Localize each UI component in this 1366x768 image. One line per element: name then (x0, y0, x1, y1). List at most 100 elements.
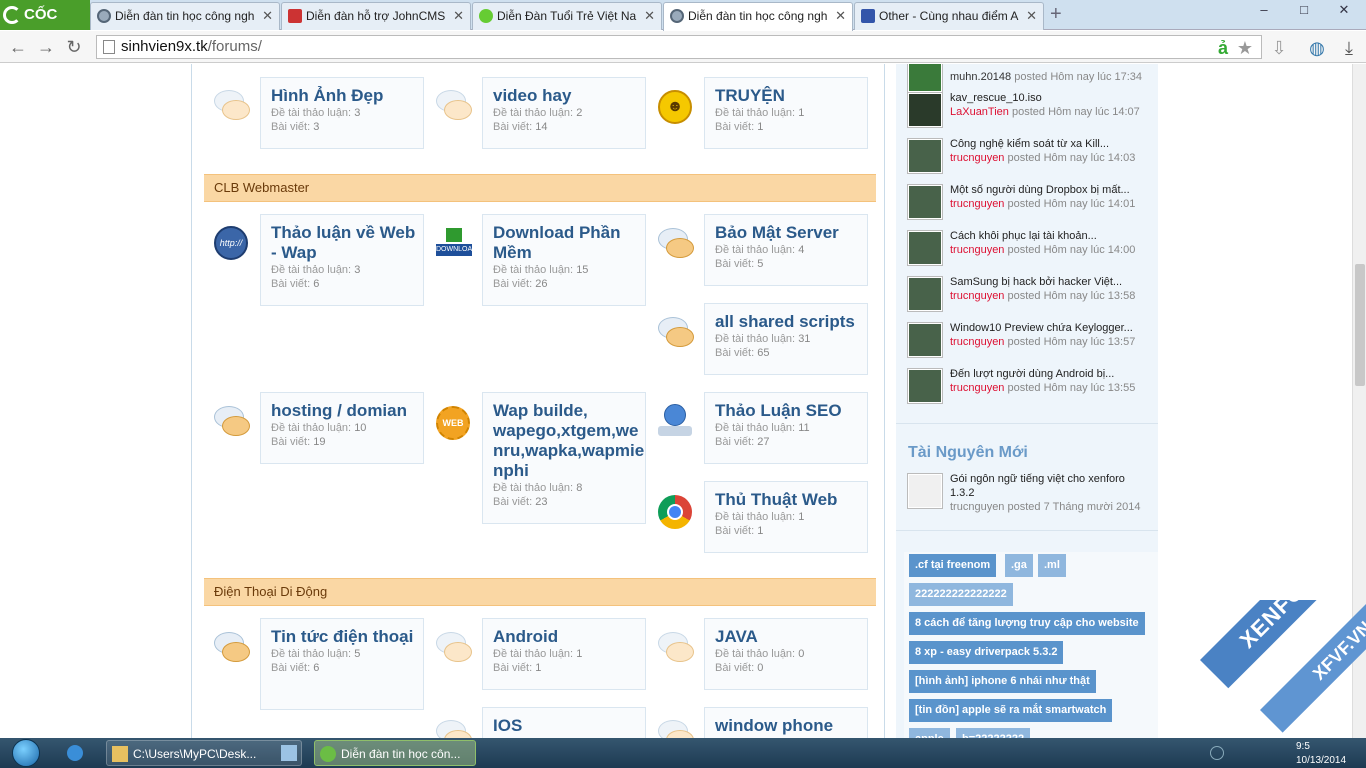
post-title-link[interactable]: Cách khôi phục lại tài khoản... (950, 229, 1097, 243)
post-title-link[interactable]: Công nghệ kiểm soát từ xa Kill... (950, 137, 1109, 151)
post-title-link[interactable]: kav_rescue_10.iso (950, 91, 1042, 105)
recent-post-item[interactable]: SamSung bị hack bởi hacker Việt... trucn… (908, 275, 1153, 321)
forum-title-link[interactable]: TRUYỆN (715, 86, 867, 106)
browser-tab[interactable]: Diễn đàn tin học công ngh ✕ (90, 2, 280, 30)
forum-node[interactable]: Tin tức điện thoại Đề tài thảo luận: 5 B… (260, 618, 424, 710)
forum-title-link[interactable]: hosting / domian (271, 401, 423, 421)
forum-title-link[interactable]: Download Phần Mềm (493, 223, 645, 263)
forum-node[interactable]: video hay Đề tài thảo luận: 2 Bài viết: … (482, 77, 646, 149)
minimize-button[interactable]: – (1244, 0, 1284, 22)
forum-title-link[interactable]: Thủ Thuật Web (715, 490, 867, 510)
taskbar-explorer-window[interactable]: C:\Users\MyPC\Desk... (106, 740, 302, 766)
taskbar-ie[interactable] (62, 740, 98, 766)
forum-node[interactable]: TRUYỆN Đề tài thảo luận: 1 Bài viết: 1 (704, 77, 868, 149)
forum-node[interactable]: all shared scripts Đề tài thảo luận: 31 … (704, 303, 868, 375)
tag-link[interactable]: [hình ảnh] iphone 6 nhái như thật (909, 670, 1096, 693)
download-arrow-icon[interactable]: ⤓ (1338, 37, 1360, 59)
avatar[interactable] (908, 64, 942, 92)
maximize-button[interactable]: □ (1284, 0, 1324, 22)
avatar[interactable] (908, 231, 942, 265)
category-header-link[interactable]: Điện Thoại Di Động (204, 578, 876, 606)
forum-node[interactable]: Hình Ảnh Đẹp Đề tài thảo luận: 3 Bài viế… (260, 77, 424, 149)
globe-icon[interactable]: ◍ (1306, 37, 1328, 59)
tag-link[interactable]: apple (909, 728, 950, 738)
bookmark-star-icon[interactable]: ★ (1234, 37, 1256, 59)
avatar[interactable] (908, 93, 942, 127)
forum-title-link[interactable]: video hay (493, 86, 645, 106)
forum-node[interactable]: Thảo luận về Web - Wap Đề tài thảo luận:… (260, 214, 424, 306)
tag-link[interactable]: 222222222222222 (909, 583, 1013, 606)
post-title-link[interactable]: Đến lượt người dùng Android bị... (950, 367, 1114, 381)
forum-node[interactable]: Thủ Thuật Web Đề tài thảo luận: 1 Bài vi… (704, 481, 868, 553)
forum-title-link[interactable]: Thảo Luận SEO (715, 401, 867, 421)
avatar[interactable] (908, 277, 942, 311)
tray-icon[interactable] (1210, 746, 1224, 760)
forum-node[interactable]: hosting / domian Đề tài thảo luận: 10 Bà… (260, 392, 424, 464)
clock-date[interactable]: 10/13/2014 (1296, 754, 1346, 768)
forum-title-link[interactable]: Tin tức điện thoại (271, 627, 423, 647)
tag-link[interactable]: b=22222222 (956, 728, 1031, 738)
resources-title[interactable]: Tài Nguyên Mới (908, 444, 1028, 462)
tag-link[interactable]: .ml (1038, 554, 1066, 577)
recent-post-item[interactable]: kav_rescue_10.iso LaXuanTien posted Hôm … (908, 91, 1153, 137)
tag-link[interactable]: .cf tại freenom (909, 554, 997, 577)
forward-arrow-icon[interactable]: → (34, 35, 58, 59)
scrollbar-thumb[interactable] (1355, 264, 1365, 386)
forum-title-link[interactable]: IOS (493, 716, 645, 736)
reload-icon[interactable]: ↻ (62, 35, 86, 59)
new-tab-button[interactable]: + (1050, 4, 1062, 24)
forum-title-link[interactable]: window phone (715, 716, 867, 736)
forum-title-link[interactable]: Bảo Mật Server (715, 223, 867, 243)
close-tab-icon[interactable]: ✕ (835, 3, 846, 29)
forum-node[interactable]: JAVA Đề tài thảo luận: 0 Bài viết: 0 (704, 618, 868, 690)
post-title-link[interactable]: SamSung bị hack bởi hacker Việt... (950, 275, 1122, 289)
forum-title-link[interactable]: Android (493, 627, 645, 647)
close-tab-icon[interactable]: ✕ (1026, 3, 1037, 29)
forum-title-link[interactable]: JAVA (715, 627, 867, 647)
url-input[interactable]: sinhvien9x.tk/forums/ (96, 35, 1262, 59)
browser-tab-active[interactable]: Diễn đàn tin học công ngh ✕ (663, 2, 853, 31)
close-window-button[interactable]: ✕ (1324, 0, 1364, 22)
download-icon[interactable]: ⇩ (1268, 37, 1290, 59)
forum-node[interactable]: Thảo Luận SEO Đề tài thảo luận: 11 Bài v… (704, 392, 868, 464)
avatar[interactable] (908, 369, 942, 403)
recent-post-item[interactable]: Cách khôi phục lại tài khoản... trucnguy… (908, 229, 1153, 275)
resource-title-link[interactable]: Gói ngôn ngữ tiếng việt cho xenforo (950, 472, 1125, 486)
tag-link[interactable]: 8 cách để tăng lượng truy cập cho websit… (909, 612, 1145, 635)
coccoc-extension-icon[interactable]: ả (1212, 37, 1234, 59)
tag-link[interactable]: 8 xp - easy driverpack 5.3.2 (909, 641, 1064, 664)
post-title-link[interactable]: Window10 Preview chứa Keylogger... (950, 321, 1133, 335)
recent-post-item[interactable]: Công nghệ kiểm soát từ xa Kill... trucng… (908, 137, 1153, 183)
recent-post-item[interactable]: Đến lượt người dùng Android bị... trucng… (908, 367, 1153, 413)
post-title-link[interactable]: Một số người dùng Dropbox bị mất... (950, 183, 1130, 197)
avatar[interactable] (908, 185, 942, 219)
recent-post-item[interactable]: Một số người dùng Dropbox bị mất... truc… (908, 183, 1153, 229)
forum-node[interactable]: Bảo Mật Server Đề tài thảo luận: 4 Bài v… (704, 214, 868, 286)
back-arrow-icon[interactable]: ← (6, 35, 30, 59)
taskbar-app[interactable] (276, 740, 306, 766)
resource-item[interactable]: Gói ngôn ngữ tiếng việt cho xenforo 1.3.… (908, 472, 1153, 524)
forum-title-link[interactable]: all shared scripts (715, 312, 867, 332)
avatar[interactable] (908, 139, 942, 173)
taskbar-browser-window[interactable]: Diễn đàn tin học côn... (314, 740, 476, 766)
close-tab-icon[interactable]: ✕ (644, 3, 655, 29)
resource-title-line2[interactable]: 1.3.2 (950, 486, 974, 500)
forum-title-link[interactable]: Hình Ảnh Đẹp (271, 86, 423, 106)
forum-title-link[interactable]: Thảo luận về Web - Wap (271, 223, 423, 263)
browser-tab[interactable]: Diễn đàn hỗ trợ JohnCMS V ✕ (281, 2, 471, 30)
browser-tab[interactable]: Diễn Đàn Tuổi Trẻ Việt Na ✕ (472, 2, 662, 30)
close-tab-icon[interactable]: ✕ (453, 3, 464, 29)
coccoc-logo[interactable]: CỐC CỐC (0, 0, 90, 53)
category-header-link[interactable]: CLB Webmaster (204, 174, 876, 202)
avatar[interactable] (908, 323, 942, 357)
recent-post-item[interactable]: Window10 Preview chứa Keylogger... trucn… (908, 321, 1153, 367)
forum-node[interactable]: IOS (482, 707, 646, 738)
forum-node[interactable]: window phone (704, 707, 868, 738)
start-button[interactable] (6, 738, 46, 768)
tag-link[interactable]: [tin đồn] apple sẽ ra mắt smartwatch (909, 699, 1113, 722)
tag-link[interactable]: .ga (1005, 554, 1033, 577)
forum-title-link[interactable]: Wap builde, wapego,xtgem,wenru,wapka,wap… (493, 401, 645, 481)
forum-node[interactable]: Android Đề tài thảo luận: 1 Bài viết: 1 (482, 618, 646, 690)
forum-node[interactable]: Wap builde, wapego,xtgem,wenru,wapka,wap… (482, 392, 646, 524)
forum-node[interactable]: Download Phần Mềm Đề tài thảo luận: 15 B… (482, 214, 646, 306)
